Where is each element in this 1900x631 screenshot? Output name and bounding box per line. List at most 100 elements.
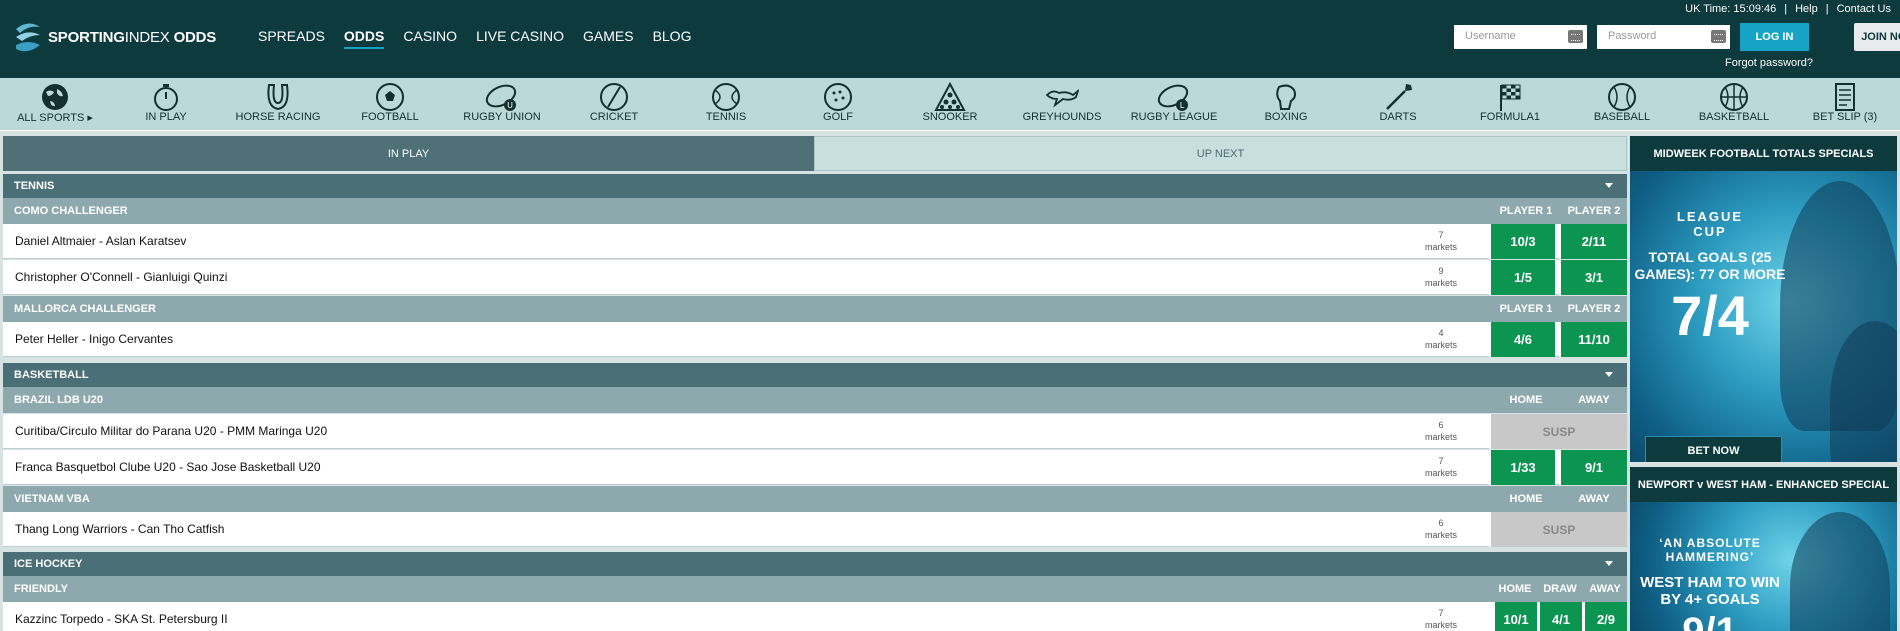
tab-in-play[interactable]: IN PLAY [3,136,814,171]
event-row[interactable]: Daniel Altmaier - Aslan Karatsev 7 market… [3,224,1627,259]
sport-formula1[interactable]: FORMULA1 [1454,78,1566,131]
checkered-flag-icon [1493,81,1527,113]
sport-in-play[interactable]: IN PLAY [110,78,222,131]
suspended-badge: SUSP [1489,512,1627,547]
sport-boxing[interactable]: BOXING [1230,78,1342,131]
nav-blog[interactable]: BLOG [653,28,692,49]
nav-odds[interactable]: ODDS [343,28,385,49]
sport-greyhounds[interactable]: GREYHOUNDS [1006,78,1118,131]
competition-header: COMO CHALLENGER PLAYER 1 PLAYER 2 [3,198,1627,224]
sport-cricket[interactable]: CRICKET [558,78,670,131]
main-nav: SPREADS ODDS CASINO LIVE CASINO GAMES BL… [258,28,710,49]
odds-button[interactable]: 1/5 [1489,260,1555,295]
player-figure [1790,512,1890,631]
promo-title: NEWPORT v WEST HAM - ENHANCED SPECIAL [1637,478,1890,491]
promo-image[interactable]: ‘AN ABSOLUTE HAMMERING’ WEST HAM TO WIN BY… [1630,502,1897,631]
contact-link[interactable]: Contact Us [1837,3,1891,15]
promo-title: MIDWEEK FOOTBALL TOTALS SPECIALS [1653,147,1874,160]
svg-text:L: L [1180,101,1185,110]
odds-button[interactable]: 4/1 [1538,602,1582,631]
sport-horse-racing[interactable]: HORSE RACING [222,78,334,131]
promo-banner-newport-west-ham[interactable]: NEWPORT v WEST HAM - ENHANCED SPECIAL ‘A… [1630,467,1897,631]
promo-image[interactable]: LEAGUE CUP TOTAL GOALS (25 GAMES): 77 OR M… [1630,171,1897,462]
separator: | [1825,3,1829,15]
markets-count[interactable]: 6 markets [1421,517,1461,541]
sports-bar: ALL SPORTS ▸ IN PLAY HORSE RACING FOOTBA… [0,78,1900,131]
join-now-button[interactable]: JOIN NOW [1854,23,1900,51]
odds-button[interactable]: 4/6 [1489,322,1555,357]
nav-casino[interactable]: CASINO [403,28,457,49]
event-row[interactable]: Kazzinc Torpedo - SKA St. Petersburg II … [3,602,1627,631]
sport-baseball[interactable]: BASEBALL [1566,78,1678,131]
promo-price: 7/4 [1671,284,1749,347]
event-row[interactable]: Christopher O'Connell - Gianluigi Quinzi… [3,260,1627,295]
odds-button[interactable]: 1/33 [1489,450,1555,485]
odds-button[interactable]: 2/11 [1559,224,1627,259]
sport-rugby-union[interactable]: U RUGBY UNION [446,78,558,131]
svg-text:U: U [507,101,513,110]
inplay-tabs: IN PLAY UP NEXT [3,136,1627,171]
promo-quote: ‘AN ABSOLUTE HAMMERING’ [1659,536,1761,564]
odds-button[interactable]: 3/1 [1559,260,1627,295]
odds-button[interactable]: 2/9 [1583,602,1627,631]
markets-count[interactable]: 6 markets [1421,419,1461,443]
nav-spreads[interactable]: SPREADS [258,28,325,49]
collapse-caret-icon[interactable] [1605,372,1613,377]
collapse-caret-icon[interactable] [1605,183,1613,188]
login-button[interactable]: LOG IN [1740,23,1809,51]
section-header-basketball[interactable]: BASKETBALL [3,363,1627,387]
competition-header: FRIENDLY HOME DRAW AWAY [3,576,1627,602]
event-row[interactable]: Peter Heller - Inigo Cervantes 4 markets … [3,322,1627,357]
odds-button[interactable]: 10/3 [1489,224,1555,259]
sport-basketball[interactable]: BASKETBALL [1678,78,1790,131]
odds-button[interactable]: 10/1 [1493,602,1537,631]
golf-ball-icon [821,81,855,113]
logo-text: SPORTINGINDEX ODDS [48,28,217,46]
top-links: UK Time: 15:09:46 | Help | Contact Us [1685,3,1891,15]
markets-count[interactable]: 7 markets [1421,455,1461,479]
password-manager-icon[interactable] [1568,30,1583,43]
markets-count[interactable]: 7 markets [1421,229,1461,253]
bet-slip-icon [1828,81,1862,113]
collapse-caret-icon[interactable] [1605,561,1613,566]
snooker-rack-icon [933,81,967,113]
username-input[interactable]: Username [1454,25,1587,49]
odds-button[interactable]: 11/10 [1559,322,1627,357]
password-input[interactable]: Password [1597,25,1730,49]
sport-tennis[interactable]: TENNIS [670,78,782,131]
event-row[interactable]: Thang Long Warriors - Can Tho Catfish 6m… [3,512,1627,547]
competition-header: VIETNAM VBA HOME AWAY [3,486,1627,512]
markets-count[interactable]: 9 markets [1421,265,1461,289]
password-manager-icon[interactable] [1711,30,1726,43]
dart-icon [1381,81,1415,113]
odds-button[interactable]: 9/1 [1559,450,1627,485]
boxing-glove-icon [1269,81,1303,113]
event-row[interactable]: Curitiba/Circulo Militar do Parana U20 -… [3,414,1627,449]
sport-darts[interactable]: DARTS [1342,78,1454,131]
promo-banner-totals[interactable]: MIDWEEK FOOTBALL TOTALS SPECIALS LEAGUE C… [1630,136,1897,462]
sport-bet-slip[interactable]: BET SLIP (3) [1790,78,1900,131]
section-header-tennis[interactable]: TENNIS [3,174,1627,198]
sport-all-sports[interactable]: ALL SPORTS ▸ [0,78,110,131]
markets-count[interactable]: 7 markets [1421,607,1461,631]
sport-snooker[interactable]: SNOOKER [894,78,1006,131]
markets-count[interactable]: 4 markets [1421,327,1461,351]
sport-rugby-league[interactable]: L RUGBY LEAGUE [1118,78,1230,131]
nav-live-casino[interactable]: LIVE CASINO [476,28,564,49]
football-icon [373,81,407,113]
logo[interactable]: SPORTINGINDEX ODDS [12,19,216,55]
stopwatch-icon [149,81,183,113]
sport-football[interactable]: FOOTBALL [334,78,446,131]
sport-golf[interactable]: GOLF [782,78,894,131]
rugby-ball-icon: U [485,81,519,113]
tab-up-next[interactable]: UP NEXT [814,136,1627,171]
help-link[interactable]: Help [1795,3,1818,15]
nav-games[interactable]: GAMES [583,28,634,49]
bet-now-button[interactable]: BET NOW [1645,436,1782,462]
event-row[interactable]: Franca Basquetbol Clube U20 - Sao Jose B… [3,450,1627,485]
forgot-password-link[interactable]: Forgot password? [1725,57,1813,69]
promo-headline: TOTAL GOALS (25 GAMES): 77 OR MORE [1634,249,1786,282]
tennis-ball-icon [709,81,743,113]
uk-time: UK Time: 15:09:46 [1685,3,1777,15]
section-header-ice-hockey[interactable]: ICE HOCKEY [3,552,1627,576]
